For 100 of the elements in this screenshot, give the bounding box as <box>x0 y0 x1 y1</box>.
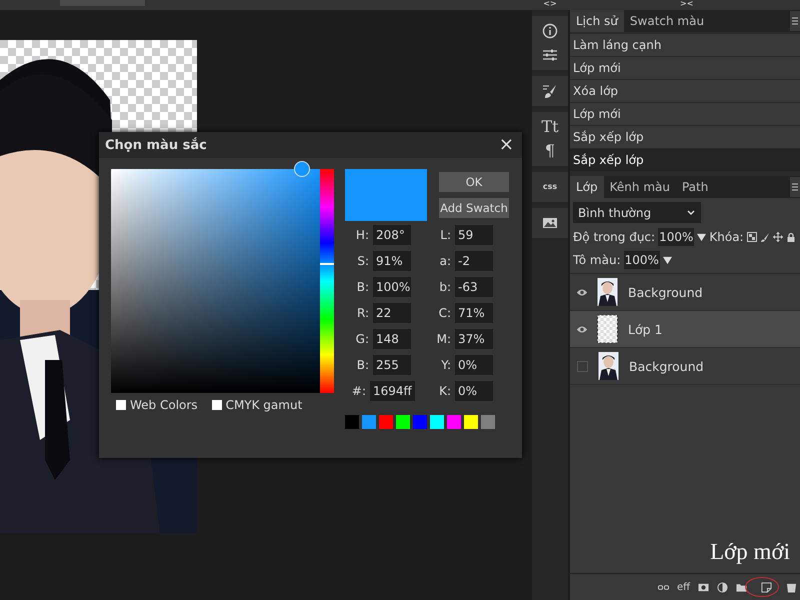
info-icon[interactable] <box>542 23 558 39</box>
eye-icon[interactable] <box>576 288 588 296</box>
lock-label: Khóa: <box>709 230 744 244</box>
layer-thumbnail <box>597 278 618 306</box>
color-swatch[interactable] <box>362 415 376 429</box>
field-label: M: <box>436 332 452 346</box>
field-label: Y: <box>440 358 452 372</box>
input-field[interactable]: 37% <box>455 329 493 349</box>
panel-tab[interactable]: Swatch màu <box>624 10 710 32</box>
history-item[interactable]: Sắp xếp lớp <box>570 126 800 148</box>
caption-text: Lớp mới <box>710 539 790 565</box>
brush-icon[interactable] <box>760 232 770 242</box>
ok-button[interactable]: OK <box>439 172 509 192</box>
expand-toggle[interactable]: <> <box>543 0 557 8</box>
blend-mode-dropdown[interactable]: Bình thường <box>573 202 701 223</box>
close-button[interactable]: × <box>496 136 516 154</box>
highlight-oval <box>745 576 779 596</box>
history-item[interactable]: Lớp mới <box>570 103 800 125</box>
add-swatch-button[interactable]: Add Swatch <box>439 198 509 218</box>
color-handle[interactable] <box>294 161 310 177</box>
field-label: #: <box>350 384 367 398</box>
layer-name: Background <box>629 358 704 374</box>
panel-tab[interactable]: Kênh màu <box>604 176 676 198</box>
input-field[interactable]: 208° <box>373 225 411 245</box>
history-item[interactable]: Xóa lớp <box>570 80 800 102</box>
input-field[interactable]: -63 <box>455 277 493 297</box>
layer-thumbnail <box>598 352 619 380</box>
hue-marker[interactable] <box>320 263 334 266</box>
fill-field[interactable]: 100% <box>624 251 660 269</box>
trash-icon[interactable] <box>786 582 797 592</box>
color-swatch[interactable] <box>345 415 359 429</box>
lock-icon[interactable] <box>786 232 796 242</box>
fill-label: Tô màu: <box>573 253 621 267</box>
input-field[interactable]: 148 <box>373 329 411 349</box>
brush-icon[interactable] <box>542 83 558 99</box>
adjustment-icon[interactable] <box>717 582 728 592</box>
input-field[interactable]: 71% <box>455 303 493 323</box>
visibility-checkbox[interactable] <box>577 360 588 372</box>
color-field[interactable] <box>111 169 320 393</box>
layer-name: Lớp 1 <box>628 322 662 336</box>
field-label: a: <box>438 254 452 268</box>
opacity-label: Độ trong đục: <box>573 230 656 244</box>
move-icon[interactable] <box>772 232 783 242</box>
hue-slider[interactable] <box>320 169 334 393</box>
input-field[interactable]: 22 <box>373 303 411 323</box>
history-item[interactable]: Lớp mới <box>570 57 800 79</box>
effects-button[interactable]: eff <box>676 582 690 592</box>
input-field[interactable]: 59 <box>455 225 493 245</box>
layer-row[interactable]: Background <box>570 348 800 385</box>
panel-tab[interactable]: Lớp <box>570 176 604 198</box>
checkbox[interactable] <box>212 400 222 410</box>
field-label: R: <box>356 306 370 320</box>
field-label: S: <box>356 254 370 268</box>
input-field[interactable]: 255 <box>373 355 411 375</box>
checkbox-label: Web Colors <box>130 398 198 412</box>
opacity-field[interactable]: 100% <box>658 228 694 246</box>
dialog-title: Chọn màu sắc <box>105 138 207 152</box>
input-field[interactable]: 1694ff <box>370 381 415 401</box>
panel-toggle[interactable]: Tt <box>541 119 559 135</box>
panel-tab[interactable]: Path <box>676 176 714 198</box>
input-field[interactable]: 0% <box>455 355 493 375</box>
color-swatch[interactable] <box>396 415 410 429</box>
menu-icon[interactable] <box>790 177 800 197</box>
field-label: b: <box>438 280 452 294</box>
history-item[interactable]: Làm láng cạnh <box>570 34 800 56</box>
field-label: L: <box>439 228 452 242</box>
field-label: B: <box>356 358 370 372</box>
input-field[interactable]: -2 <box>455 251 493 271</box>
panel-toggle[interactable]: ¶ <box>544 143 556 159</box>
input-field[interactable]: 0% <box>455 381 493 401</box>
layer-name: Background <box>628 284 703 300</box>
input-field[interactable]: 91% <box>373 251 411 271</box>
field-label: B: <box>356 280 370 294</box>
color-swatch[interactable] <box>413 415 427 429</box>
layer-row[interactable]: Lớp 1 <box>570 311 800 348</box>
layer-thumbnail <box>597 315 618 343</box>
dropdown-arrow-icon[interactable] <box>662 256 672 264</box>
input-field[interactable]: 100% <box>373 277 411 297</box>
folder-icon[interactable] <box>736 582 747 592</box>
field-label: G: <box>354 332 370 346</box>
mask-icon[interactable] <box>698 582 709 592</box>
eye-icon[interactable] <box>576 324 588 334</box>
menu-icon[interactable] <box>790 11 800 31</box>
caret-icon[interactable] <box>686 208 696 218</box>
collapse-toggle[interactable]: >< <box>680 0 694 8</box>
panel-tab[interactable]: Lịch sử <box>570 10 624 32</box>
color-swatch[interactable] <box>447 415 461 429</box>
checkbox-label: CMYK gamut <box>226 398 302 412</box>
color-swatch[interactable] <box>464 415 478 429</box>
history-item[interactable]: Sắp xếp lớp <box>570 149 800 171</box>
color-swatch[interactable] <box>430 415 444 429</box>
sliders-icon[interactable] <box>542 47 558 63</box>
new-layer-icon[interactable] <box>761 582 772 592</box>
dropdown-arrow-icon[interactable] <box>697 232 706 242</box>
color-swatch[interactable] <box>481 415 495 429</box>
field-label: K: <box>438 384 452 398</box>
checkbox[interactable] <box>116 400 126 410</box>
lock-pixels-icon[interactable] <box>746 232 757 242</box>
color-swatch[interactable] <box>379 415 393 429</box>
image-icon[interactable] <box>542 215 558 231</box>
